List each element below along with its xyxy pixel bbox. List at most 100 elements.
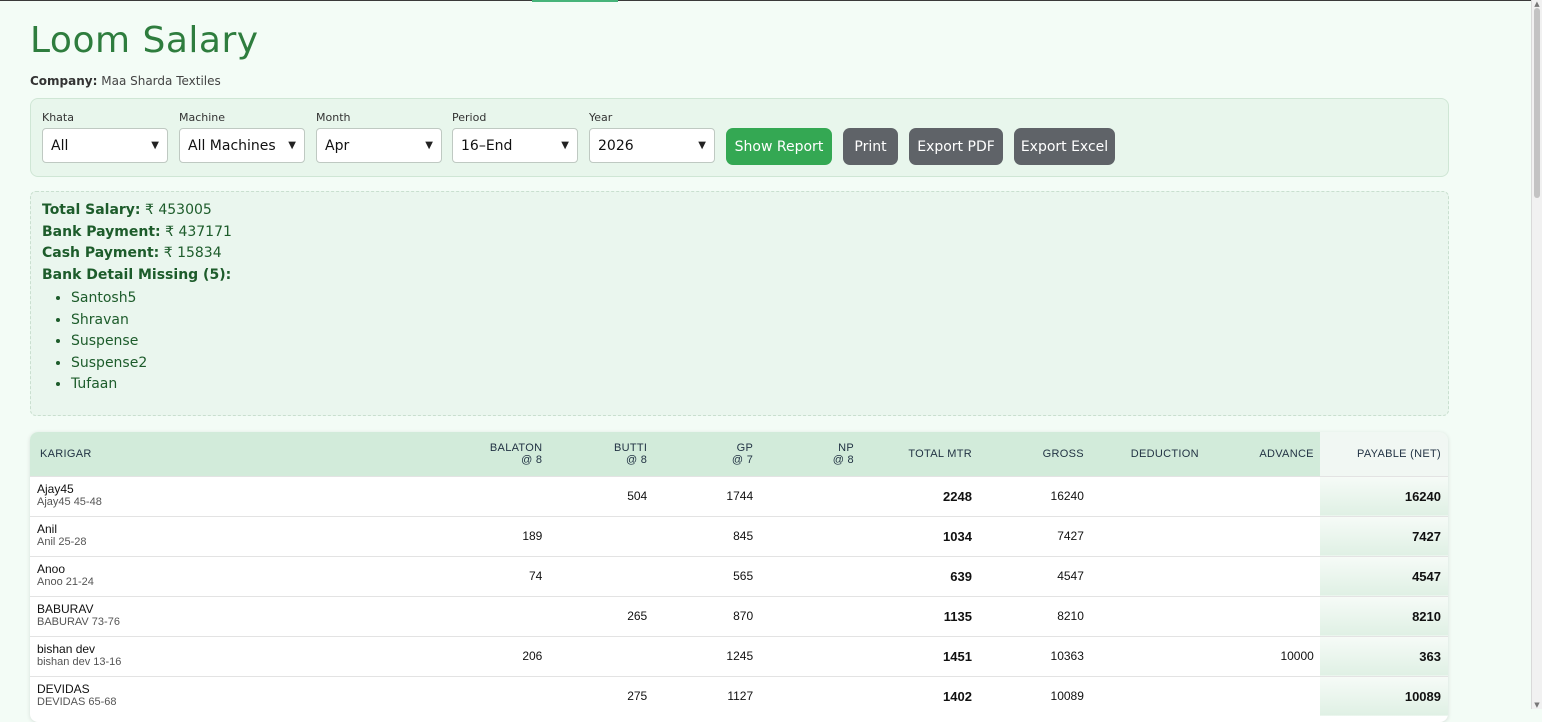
filter-panel: Khata All ▼ Machine All Machines ▼ Month… <box>30 98 1449 177</box>
chevron-down-icon: ▼ <box>425 140 433 151</box>
khata-filter: Khata All ▼ <box>42 111 168 163</box>
deduction-cell <box>1089 635 1205 676</box>
show-report-button[interactable]: Show Report <box>726 128 832 165</box>
payable-net-cell: 16240 <box>1319 475 1448 516</box>
gross-cell: 4547 <box>977 555 1090 596</box>
col-np: NP @ 8 <box>759 432 860 476</box>
col-balaton-rate: @ 8 <box>521 453 543 466</box>
karigar-machines: bishan dev 13-16 <box>37 656 122 668</box>
advance-cell <box>1204 475 1320 516</box>
balaton-cell: 74 <box>443 555 549 596</box>
gross-cell: 7427 <box>977 515 1090 556</box>
deduction-cell <box>1089 475 1205 516</box>
year-select[interactable]: 2026 ▼ <box>589 128 715 163</box>
np-cell <box>759 635 860 676</box>
balaton-cell <box>443 675 549 716</box>
month-select[interactable]: Apr ▼ <box>316 128 442 163</box>
col-gross: GROSS <box>1042 447 1084 460</box>
gross-cell: 8210 <box>977 595 1090 636</box>
machine-value: All Machines <box>188 137 276 154</box>
page-title: Loom Salary <box>30 20 259 61</box>
chevron-down-icon: ▼ <box>288 140 296 151</box>
list-item: Suspense <box>71 332 147 354</box>
bank-payment-line: Bank Payment: ₹ 437171 <box>42 224 232 240</box>
col-karigar: KARIGAR <box>40 447 92 460</box>
advance-cell: 10000 <box>1204 635 1320 676</box>
total-salary-value: ₹ 453005 <box>144 202 212 218</box>
chevron-down-icon: ▼ <box>561 140 569 151</box>
karigar-name: bishan dev <box>37 642 96 656</box>
vertical-scrollbar[interactable]: ▲ ▼ <box>1531 0 1542 709</box>
np-cell <box>759 515 860 556</box>
karigar-name: Anil <box>37 522 58 536</box>
np-cell <box>759 475 860 516</box>
scroll-down-icon[interactable]: ▼ <box>1533 701 1541 709</box>
cash-payment-line: Cash Payment: ₹ 15834 <box>42 245 222 261</box>
month-label: Month <box>316 111 351 124</box>
chevron-down-icon: ▼ <box>698 140 706 151</box>
col-balaton-label: BALATON <box>489 441 543 454</box>
gp-cell: 845 <box>653 515 760 556</box>
khata-value: All <box>51 137 69 154</box>
table-header-row: KARIGAR BALATON @ 8 BUTTI @ 8 GP @ 7 NP @ 8 … <box>30 432 1448 476</box>
total-mtr-cell: 1034 <box>859 515 978 556</box>
butti-cell <box>548 555 654 596</box>
col-butti-label: BUTTI <box>613 441 648 454</box>
np-cell <box>759 675 860 716</box>
karigar-name: Ajay45 <box>37 482 74 496</box>
bank-missing-list: Santosh5 Shravan Suspense Suspense2 Tufa… <box>42 289 147 397</box>
balaton-cell: 206 <box>443 635 549 676</box>
advance-cell <box>1204 555 1320 596</box>
karigar-machines: DEVIDAS 65-68 <box>37 696 117 708</box>
list-item: Santosh5 <box>71 289 147 311</box>
karigar-cell: Anil Anil 25-28 <box>30 515 444 556</box>
table-row: bishan dev bishan dev 13-16 206 1245 1451… <box>30 635 1448 676</box>
balaton-cell <box>443 475 549 516</box>
machine-filter: Machine All Machines ▼ <box>179 111 305 163</box>
table-row: Anil Anil 25-28 189 845 1034 7427 7427 <box>30 515 1448 556</box>
karigar-name: DEVIDAS <box>37 682 90 696</box>
period-select[interactable]: 16–End ▼ <box>452 128 578 163</box>
karigar-cell: bishan dev bishan dev 13-16 <box>30 635 444 676</box>
butti-cell: 275 <box>548 675 654 716</box>
karigar-cell: BABURAV BABURAV 73-76 <box>30 595 444 636</box>
karigar-machines: Anoo 21-24 <box>37 576 94 588</box>
payable-net-cell: 4547 <box>1319 555 1448 596</box>
total-mtr-cell: 639 <box>859 555 978 596</box>
list-item: Tufaan <box>71 375 147 397</box>
gross-cell: 16240 <box>977 475 1090 516</box>
table-row: Ajay45 Ajay45 45-48 504 1744 2248 16240 1… <box>30 475 1448 516</box>
gp-cell: 1744 <box>653 475 760 516</box>
print-button[interactable]: Print <box>843 128 898 165</box>
scroll-up-icon[interactable]: ▲ <box>1533 0 1541 8</box>
bank-missing-heading: Bank Detail Missing (5): <box>42 267 231 283</box>
deduction-cell <box>1089 515 1205 556</box>
table-row: DEVIDAS DEVIDAS 65-68 275 1127 1402 10089… <box>30 675 1448 716</box>
month-filter: Month Apr ▼ <box>316 111 442 163</box>
year-value: 2026 <box>598 137 634 154</box>
col-balaton: BALATON @ 8 <box>443 432 548 476</box>
export-excel-button[interactable]: Export Excel <box>1014 128 1115 165</box>
balaton-cell: 189 <box>443 515 549 556</box>
khata-select[interactable]: All ▼ <box>42 128 168 163</box>
col-payable-net: PAYABLE (NET) <box>1319 432 1448 476</box>
bank-payment-label: Bank Payment: <box>42 224 161 240</box>
machine-select[interactable]: All Machines ▼ <box>179 128 305 163</box>
col-advance: ADVANCE <box>1259 447 1314 460</box>
gross-cell: 10363 <box>977 635 1090 676</box>
summary-panel: Total Salary: ₹ 453005 Bank Payment: ₹ 4… <box>30 191 1449 416</box>
list-item: Suspense2 <box>71 354 147 376</box>
total-salary-line: Total Salary: ₹ 453005 <box>42 202 212 218</box>
col-np-label: NP <box>838 441 854 454</box>
deduction-cell <box>1089 675 1205 716</box>
col-gp-label: GP <box>736 441 754 454</box>
karigar-name: Anoo <box>37 562 66 576</box>
machine-label: Machine <box>179 111 226 124</box>
period-label: Period <box>452 111 487 124</box>
period-value: 16–End <box>461 137 513 154</box>
export-pdf-button[interactable]: Export PDF <box>909 128 1003 165</box>
scrollbar-thumb[interactable] <box>1534 8 1540 198</box>
total-mtr-cell: 1135 <box>859 595 978 636</box>
karigar-machines: BABURAV 73-76 <box>37 616 120 628</box>
gross-cell: 10089 <box>977 675 1090 716</box>
